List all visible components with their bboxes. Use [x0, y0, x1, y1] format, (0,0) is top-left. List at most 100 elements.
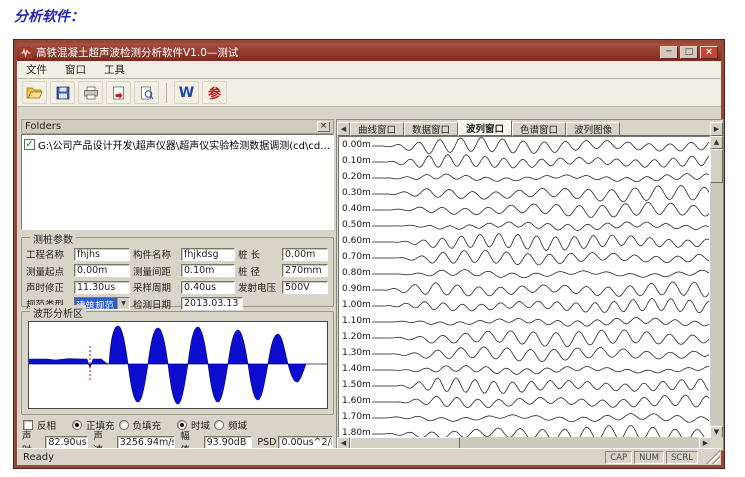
freq-domain-label: 频域 [228, 418, 247, 432]
psd-label: PSD [257, 437, 276, 448]
resize-grip[interactable] [706, 450, 720, 464]
wave-trace [372, 298, 710, 312]
depth-label: 1.20m [342, 332, 372, 342]
save-button[interactable] [50, 81, 75, 104]
depth-label: 0.60m [342, 236, 372, 246]
wave-trace [372, 174, 710, 182]
depth-label: 1.40m [342, 364, 372, 374]
checkbox-checked-icon[interactable]: ✓ [24, 139, 35, 150]
wave-trace [372, 222, 710, 231]
preview-icon [140, 86, 154, 100]
preview-button[interactable] [134, 81, 159, 104]
wave-trace [372, 270, 710, 278]
tab-data-window[interactable]: 数据窗口 [404, 122, 458, 136]
project-name-label: 工程名称 [26, 247, 74, 261]
wave-trace [372, 395, 710, 408]
word-button[interactable]: W [174, 81, 199, 104]
tab-scroll-right-icon[interactable]: ▶ [710, 122, 723, 136]
maximize-button[interactable]: □ [680, 46, 698, 59]
scrl-indicator: SCRL [666, 451, 698, 464]
tab-scroll-left-icon[interactable]: ◀ [337, 122, 350, 136]
wave-trace [372, 330, 710, 347]
wave-trace [372, 202, 710, 217]
folders-close-button[interactable]: × [317, 121, 330, 132]
time-correction-field[interactable]: 11.30us [74, 281, 130, 294]
waveform-analysis-title: 波形分析区 [30, 305, 86, 320]
app-icon [20, 46, 32, 58]
export-icon [112, 86, 125, 100]
depth-label: 1.50m [342, 380, 372, 390]
depth-label: 0.20m [342, 172, 372, 182]
ref-icon: 参 [208, 83, 221, 102]
wave-trace [372, 378, 710, 394]
folder-item[interactable]: ✓ G:\公司产品设计开发\超声仪器\超声仪实验检测数据调测(cd\cd03\c… [22, 135, 333, 154]
waveform-trace [29, 322, 327, 408]
open-button[interactable] [22, 81, 47, 104]
scroll-up-icon[interactable]: ▲ [710, 136, 723, 149]
toolbar-separator [166, 83, 167, 103]
vertical-scrollbar[interactable]: ▲ ▼ [710, 136, 723, 439]
wave-list-panel: ◀ 曲线窗口 数据窗口 波列窗口 色谱窗口 波列图像 ▶ 0.00m0.10m0… [336, 119, 724, 451]
menu-file[interactable]: 文件 [17, 60, 56, 79]
wave-trace [372, 366, 710, 375]
folders-title: Folders [25, 121, 61, 132]
tab-chromatogram-window[interactable]: 色谱窗口 [512, 122, 566, 136]
tabbar: ◀ 曲线窗口 数据窗口 波列窗口 色谱窗口 波列图像 ▶ [337, 120, 723, 136]
pile-length-field[interactable]: 0.00m [282, 248, 328, 261]
folders-panel-header: Folders × [21, 119, 334, 134]
save-icon [56, 86, 70, 100]
project-name-field[interactable]: fhjhs [74, 248, 130, 261]
tab-wavetrain-window[interactable]: 波列窗口 [458, 120, 512, 136]
menu-tools[interactable]: 工具 [95, 60, 134, 79]
waveform-plot[interactable] [28, 321, 328, 409]
statusbar: Ready CAP NUM SCRL [17, 448, 721, 465]
word-icon: W [179, 85, 194, 101]
component-name-field[interactable]: fhjkdsg [181, 248, 235, 261]
voltage-field[interactable]: 500V [282, 281, 328, 294]
cap-indicator: CAP [605, 451, 632, 464]
depth-label: 1.60m [342, 396, 372, 406]
sample-period-label: 采样周期 [133, 280, 181, 294]
menu-window[interactable]: 窗口 [56, 60, 95, 79]
tab-curve-window[interactable]: 曲线窗口 [350, 122, 404, 136]
wave-trace [372, 138, 710, 154]
sample-period-field[interactable]: 0.40us [181, 281, 235, 294]
wave-trace [372, 250, 710, 265]
wave-trace [372, 282, 710, 297]
folder-path: G:\公司产品设计开发\超声仪器\超声仪实验检测数据调测(cd\cd03\cd0… [38, 137, 331, 152]
vertical-scroll-thumb[interactable] [710, 149, 723, 183]
test-date-field[interactable]: 2013.03.13 [181, 297, 243, 310]
depth-label: 0.90m [342, 284, 372, 294]
close-button[interactable]: × [700, 46, 718, 59]
depth-label: 1.30m [342, 348, 372, 358]
chevron-down-icon[interactable]: ▼ [117, 298, 129, 309]
wave-list-view[interactable]: 0.00m0.10m0.20m0.30m0.40m0.50m0.60m0.70m… [338, 136, 710, 438]
interval-field[interactable]: 0.10m [181, 264, 235, 277]
print-button[interactable] [78, 81, 103, 104]
folders-list[interactable]: ✓ G:\公司产品设计开发\超声仪器\超声仪实验检测数据调测(cd\cd03\c… [21, 134, 334, 230]
freq-domain-radio[interactable] [214, 420, 224, 430]
toolbar: W 参 [17, 79, 721, 107]
depth-label: 0.30m [342, 188, 372, 198]
tab-wavetrain-image[interactable]: 波列图像 [566, 122, 620, 136]
psd-value: 0.00us^2/m [278, 436, 333, 449]
app-window: 高铁混凝土超声波检测分析软件V1.0—测试 ─ □ × 文件 窗口 工具 [14, 40, 724, 468]
pile-params-group: 测桩参数 工程名称 fhjhs 构件名称 fhjkdsg 桩 长 0.00m 测… [21, 237, 334, 307]
pile-params-title: 测桩参数 [30, 231, 76, 246]
export-button[interactable] [106, 81, 131, 104]
diameter-field[interactable]: 270mm [282, 264, 328, 277]
titlebar[interactable]: 高铁混凝土超声波检测分析软件V1.0—测试 ─ □ × [17, 43, 721, 61]
wave-trace [372, 186, 710, 202]
ref-button[interactable]: 参 [202, 81, 227, 104]
minimize-button[interactable]: ─ [660, 46, 678, 59]
wave-trace [372, 347, 710, 362]
velocity-value: 3256.94m/s [117, 436, 175, 449]
wave-trace [372, 426, 710, 438]
fill-positive-radio[interactable] [72, 420, 82, 430]
depth-label: 0.00m [342, 140, 372, 150]
time-correction-label: 声时修正 [26, 280, 74, 294]
wave-trace [372, 234, 710, 251]
depth-label: 0.50m [342, 220, 372, 230]
start-point-field[interactable]: 0.00m [74, 264, 130, 277]
fill-negative-radio[interactable] [119, 420, 129, 430]
